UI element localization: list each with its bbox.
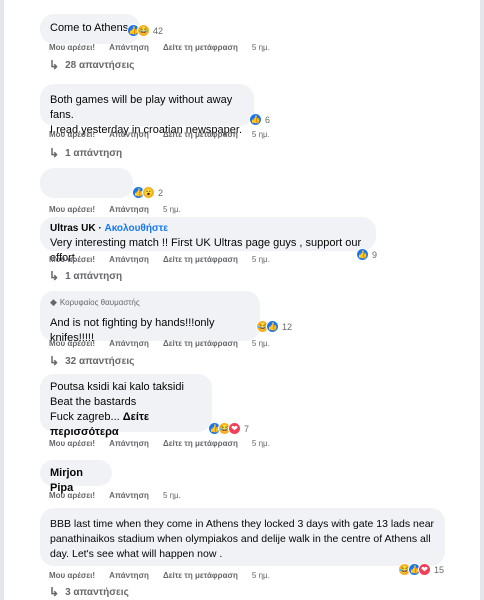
view-replies-button[interactable]: ↳ 3 απαντήσεις — [49, 585, 129, 599]
author-name[interactable]: Ultras UK — [50, 223, 96, 234]
comment-actions: Μου αρέσει! Απάντηση Δείτε τη μετάφραση … — [49, 439, 270, 448]
reaction-summary[interactable]: 😂 👍 12 — [256, 320, 292, 333]
like-button[interactable]: Μου αρέσει! — [49, 130, 95, 139]
reaction-count: 2 — [158, 187, 164, 198]
like-button[interactable]: Μου αρέσει! — [49, 255, 95, 264]
view-replies-button[interactable]: ↳ 1 απάντηση — [49, 269, 122, 283]
like-button[interactable]: Μου αρέσει! — [49, 439, 95, 448]
timestamp[interactable]: 5 ημ. — [163, 491, 181, 500]
comment-bubble — [40, 168, 133, 198]
reply-button[interactable]: Απάντηση — [109, 255, 149, 264]
reply-arrow-icon: ↳ — [49, 354, 60, 368]
comment-text: Come to Athens — [50, 22, 129, 34]
badge-label: Κορυφαίος θαυμαστής — [59, 298, 140, 307]
comment-bubble: Mirjon Pipa — [40, 460, 112, 494]
love-icon: ❤ — [418, 563, 431, 576]
view-replies-button[interactable]: ↳ 28 απαντήσεις — [49, 58, 134, 72]
comment-text: Poutsa ksidi kai kalo taksidi — [50, 381, 184, 393]
like-icon: 👍 — [249, 113, 262, 126]
reaction-count: 15 — [434, 564, 445, 575]
top-fan-badge: ◆ Κορυφαίος θαυμαστής — [50, 295, 250, 310]
comment-bubble: Poutsa ksidi kai kalo taksidi Beat the b… — [40, 374, 212, 438]
replies-count: 1 απάντηση — [65, 270, 123, 282]
reaction-count: 12 — [282, 321, 293, 332]
reaction-count: 7 — [244, 423, 250, 434]
like-icon: 👍 — [266, 320, 279, 333]
comment-text: day. Let's see what will happen now . — [50, 548, 223, 560]
reaction-count: 9 — [372, 249, 378, 260]
comment-text: Fuck zagreb... — [50, 411, 120, 423]
timestamp[interactable]: 5 ημ. — [252, 130, 270, 139]
reply-button[interactable]: Απάντηση — [109, 571, 149, 580]
like-button[interactable]: Μου αρέσει! — [49, 205, 95, 214]
comment-bubble: Both games will be play without away fan… — [40, 84, 254, 136]
reply-button[interactable]: Απάντηση — [109, 491, 149, 500]
comment-actions: Μου αρέσει! Απάντηση Δείτε τη μετάφραση … — [49, 43, 270, 52]
translate-button[interactable]: Δείτε τη μετάφραση — [163, 571, 238, 580]
reaction-summary[interactable]: 👍 6 — [249, 113, 270, 126]
reaction-count: 42 — [153, 25, 164, 36]
comment-actions: Μου αρέσει! Απάντηση Δείτε τη μετάφραση … — [49, 130, 270, 139]
reaction-summary[interactable]: 😂 👍 ❤ 15 — [398, 563, 444, 576]
author-name[interactable]: Mirjon Pipa — [50, 467, 83, 494]
comment-text: Beat the bastards — [50, 396, 137, 408]
comment-bubble: Come to Athens — [40, 14, 140, 44]
reaction-summary[interactable]: 👍 😂 42 — [127, 24, 163, 37]
translate-button[interactable]: Δείτε τη μετάφραση — [163, 43, 238, 52]
replies-count: 28 απαντήσεις — [65, 59, 135, 71]
top-fan-icon: ◆ — [50, 297, 57, 307]
reaction-summary[interactable]: 👍 😮 2 — [132, 186, 163, 199]
reply-button[interactable]: Απάντηση — [109, 43, 149, 52]
like-button[interactable]: Μου αρέσει! — [49, 491, 95, 500]
reaction-summary[interactable]: 👍 9 — [356, 248, 377, 261]
replies-count: 3 απαντήσεις — [65, 586, 129, 598]
reply-button[interactable]: Απάντηση — [109, 205, 149, 214]
comment-text: BBB last time when they come in Athens t… — [50, 518, 435, 530]
like-icon: 👍 — [356, 248, 369, 261]
reply-arrow-icon: ↳ — [49, 585, 60, 599]
wow-icon: 😮 — [142, 186, 155, 199]
translate-button[interactable]: Δείτε τη μετάφραση — [163, 255, 238, 264]
replies-count: 32 απαντήσεις — [65, 355, 135, 367]
comment-actions: Μου αρέσει! Απάντηση Δείτε τη μετάφραση … — [49, 571, 270, 580]
timestamp[interactable]: 5 ημ. — [252, 339, 270, 348]
comment-text: Both games will be play without away fan… — [50, 94, 233, 121]
comment-actions: Μου αρέσει! Απάντηση 5 ημ. — [49, 491, 181, 500]
reaction-summary[interactable]: 👍 😂 ❤ 7 — [208, 422, 249, 435]
timestamp[interactable]: 5 ημ. — [252, 43, 270, 52]
replies-count: 1 απάντηση — [65, 147, 123, 159]
like-button[interactable]: Μου αρέσει! — [49, 43, 95, 52]
translate-button[interactable]: Δείτε τη μετάφραση — [163, 339, 238, 348]
timestamp[interactable]: 5 ημ. — [163, 205, 181, 214]
reaction-count: 6 — [265, 114, 271, 125]
reply-button[interactable]: Απάντηση — [109, 439, 149, 448]
reply-arrow-icon: ↳ — [49, 58, 60, 72]
translate-button[interactable]: Δείτε τη μετάφραση — [163, 439, 238, 448]
view-replies-button[interactable]: ↳ 1 απάντηση — [49, 146, 122, 160]
view-replies-button[interactable]: ↳ 32 απαντήσεις — [49, 354, 134, 368]
reply-button[interactable]: Απάντηση — [109, 130, 149, 139]
like-button[interactable]: Μου αρέσει! — [49, 339, 95, 348]
comment-text: panathinaikos stadium when olympiakos an… — [50, 533, 431, 545]
right-border — [480, 0, 484, 600]
comment-bubble: Ultras UK · Ακολουθήστε Very interesting… — [40, 217, 376, 264]
translate-button[interactable]: Δείτε τη μετάφραση — [163, 130, 238, 139]
like-button[interactable]: Μου αρέσει! — [49, 571, 95, 580]
timestamp[interactable]: 5 ημ. — [252, 439, 270, 448]
left-border — [0, 0, 4, 600]
comment-actions: Μου αρέσει! Απάντηση Δείτε τη μετάφραση … — [49, 339, 270, 348]
comment-author-line: Ultras UK · Ακολουθήστε — [50, 223, 168, 234]
reply-arrow-icon: ↳ — [49, 146, 60, 160]
comment-actions: Μου αρέσει! Απάντηση Δείτε τη μετάφραση … — [49, 255, 270, 264]
comment-bubble: BBB last time when they come in Athens t… — [40, 508, 445, 566]
haha-icon: 😂 — [137, 24, 150, 37]
reply-button[interactable]: Απάντηση — [109, 339, 149, 348]
timestamp[interactable]: 5 ημ. — [252, 571, 270, 580]
comment-actions: Μου αρέσει! Απάντηση 5 ημ. — [49, 205, 181, 214]
comment-bubble: ◆ Κορυφαίος θαυμαστής And is not fightin… — [40, 291, 260, 344]
reply-arrow-icon: ↳ — [49, 269, 60, 283]
love-icon: ❤ — [228, 422, 241, 435]
follow-button[interactable]: Ακολουθήστε — [104, 223, 168, 234]
timestamp[interactable]: 5 ημ. — [252, 255, 270, 264]
